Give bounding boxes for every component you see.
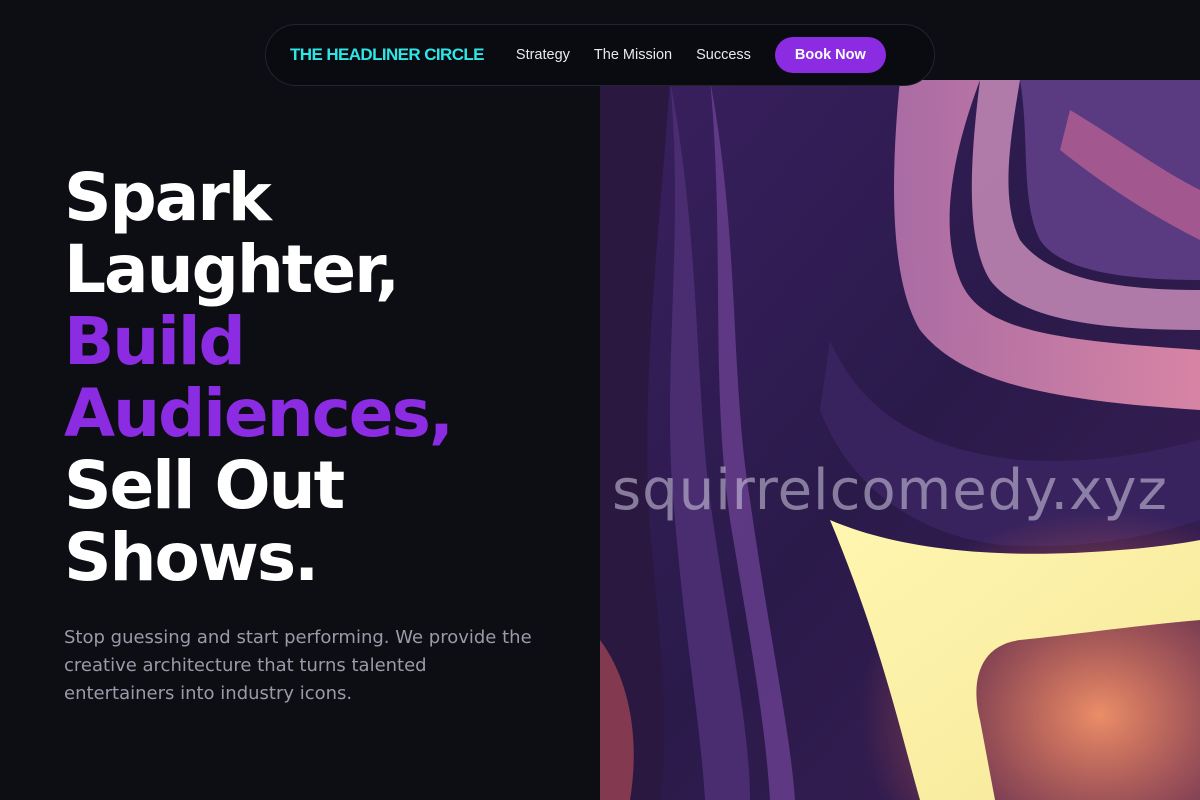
nav-link-strategy[interactable]: Strategy (516, 47, 570, 63)
headline-line-6: Shows. (64, 519, 319, 596)
headline-line-4: Audiences, (64, 375, 454, 452)
nav-link-success[interactable]: Success (696, 47, 751, 63)
hero-subtext: Stop guessing and start performing. We p… (64, 627, 532, 704)
brand-logo[interactable]: THE HEADLINER CIRCLE (290, 45, 485, 65)
hero-headline: Spark Laughter, Build Audiences, Sell Ou… (64, 162, 584, 594)
headline-line-2: Laughter, (64, 231, 400, 308)
watermark-text: squirrelcomedy.xyz (612, 458, 1168, 523)
top-nav: THE HEADLINER CIRCLE Strategy The Missio… (265, 24, 935, 86)
headline-line-3: Build (64, 303, 246, 380)
headline-line-5: Sell Out (64, 447, 345, 524)
nav-links: Strategy The Mission Success (516, 47, 751, 63)
headline-line-1: Spark (64, 159, 272, 236)
page: THE HEADLINER CIRCLE Strategy The Missio… (0, 0, 1200, 800)
hero-content: Spark Laughter, Build Audiences, Sell Ou… (64, 162, 584, 708)
abstract-art-graphic (600, 80, 1200, 800)
nav-link-the-mission[interactable]: The Mission (594, 47, 672, 63)
hero-artwork-image: squirrelcomedy.xyz (600, 80, 1200, 800)
book-now-button[interactable]: Book Now (774, 37, 886, 73)
